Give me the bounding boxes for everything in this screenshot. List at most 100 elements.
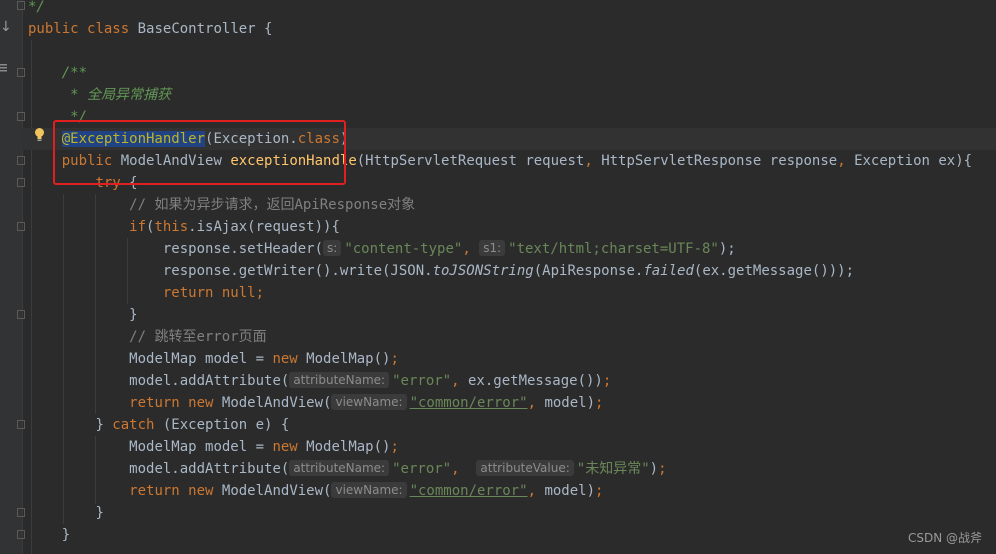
code-editor[interactable]: ↓ */ public class BaseController { /** *… — [0, 0, 996, 554]
string-literal: "content-type" — [344, 241, 463, 257]
code-line[interactable]: ModelMap model = new ModelMap(); — [28, 348, 399, 370]
highlight-box — [53, 120, 346, 185]
code-text: ModelMap model = — [129, 439, 273, 455]
code-text: .isAjax(request)){ — [188, 219, 340, 235]
fold-marker-icon[interactable] — [17, 530, 25, 539]
code-text: (HttpServletRequest request — [356, 153, 585, 169]
code-line[interactable]: model.addAttribute(attributeName: "error"… — [28, 370, 611, 392]
comma: , — [462, 241, 471, 257]
code-text: (Exception e) { — [154, 417, 290, 433]
code-text: ) — [649, 461, 659, 477]
keyword: return — [129, 483, 180, 499]
comma: , — [451, 461, 460, 477]
code-line[interactable]: public class BaseController { — [28, 18, 272, 40]
string-literal: "error" — [392, 461, 452, 477]
keyword: class — [87, 21, 130, 37]
code-text: response.getWriter().write(JSON. — [162, 263, 433, 279]
code-text: Exception ex){ — [845, 153, 973, 169]
code-text: ModelAndView( — [213, 483, 332, 499]
code-line[interactable]: } — [28, 502, 104, 524]
code-text: } — [61, 527, 71, 543]
fold-marker-icon[interactable] — [17, 420, 25, 429]
parameter-hint: attributeName: — [289, 372, 390, 388]
string-literal: "common/error" — [409, 483, 528, 499]
javadoc: /** — [61, 65, 88, 81]
code-line[interactable]: model.addAttribute(attributeName: "error"… — [28, 458, 667, 480]
keyword: new — [272, 351, 298, 367]
fold-marker-icon[interactable] — [17, 508, 25, 517]
comma: , — [527, 395, 537, 411]
comma: , — [451, 373, 460, 389]
code-line[interactable]: } — [28, 524, 70, 546]
code-text: (ApiResponse. — [533, 263, 644, 279]
code-line[interactable]: * 全局异常捕获 — [28, 84, 171, 106]
parameter-hint: s: — [323, 240, 342, 256]
code-text: } — [95, 417, 113, 433]
semicolon: ; — [595, 483, 604, 499]
code-text: ModelAndView( — [213, 395, 332, 411]
javadoc: * 全局异常捕获 — [61, 87, 172, 103]
code-text: HttpServletResponse response — [592, 153, 838, 169]
code-text: (ex.getMessage())); — [693, 263, 855, 279]
keyword: if — [129, 219, 147, 235]
fold-marker-icon[interactable] — [17, 112, 25, 121]
static-method: toJSONString — [432, 263, 534, 279]
keyword: catch — [112, 417, 155, 433]
comma: , — [584, 153, 593, 169]
keyword: new — [188, 395, 214, 411]
keyword: null — [221, 285, 256, 301]
code-line[interactable]: response.getWriter().write(JSON.toJSONSt… — [28, 260, 854, 282]
code-line[interactable]: return null; — [28, 282, 264, 304]
code-line[interactable]: // 跳转至error页面 — [28, 326, 266, 348]
semicolon: ; — [658, 461, 667, 477]
parameter-hint: attributeValue: — [476, 460, 574, 476]
semicolon: ; — [602, 373, 612, 389]
semicolon: ; — [390, 439, 399, 455]
fold-marker-icon[interactable] — [17, 310, 25, 319]
line-comment: // 如果为异步请求，返回ApiResponse对象 — [129, 197, 416, 213]
keyword: this — [154, 219, 189, 235]
keyword: return — [162, 285, 214, 301]
string-literal: "error" — [392, 373, 452, 389]
fold-marker-icon[interactable] — [17, 178, 25, 187]
code-text: } — [95, 505, 104, 521]
parameter-hint: viewName: — [331, 394, 407, 410]
override-arrow-icon[interactable]: ↓ — [0, 19, 12, 35]
comma: , — [527, 483, 537, 499]
fold-marker-icon[interactable] — [17, 1, 25, 10]
code-line[interactable]: ModelMap model = new ModelMap(); — [28, 436, 399, 458]
code-text: ); — [718, 241, 736, 257]
parameter-hint: viewName: — [331, 482, 407, 498]
static-method: failed — [643, 263, 694, 279]
code-line[interactable]: } — [28, 304, 138, 326]
semicolon: ; — [255, 285, 265, 301]
fold-marker-icon[interactable] — [17, 156, 25, 165]
code-line[interactable]: response.setHeader(s: "content-type", s1:… — [28, 238, 736, 260]
code-text: } — [129, 307, 138, 323]
fold-marker-icon[interactable] — [17, 222, 25, 231]
code-line[interactable]: */ — [28, 0, 45, 18]
editor-gutter[interactable] — [0, 0, 23, 554]
fold-marker-icon[interactable] — [17, 68, 25, 77]
semicolon: ; — [390, 351, 399, 367]
code-line[interactable]: /** — [28, 62, 87, 84]
code-text: response.setHeader( — [162, 241, 324, 257]
keyword: return — [129, 395, 180, 411]
code-line[interactable]: // 如果为异步请求，返回ApiResponse对象 — [28, 194, 415, 216]
keyword: public — [28, 21, 79, 37]
code-line[interactable]: } catch (Exception e) { — [28, 414, 289, 436]
code-text: ex.getMessage()) — [459, 373, 603, 389]
code-line[interactable]: if(this.isAjax(request)){ — [28, 216, 340, 238]
code-text: ModelMap() — [297, 351, 391, 367]
code-text: model) — [536, 395, 596, 411]
code-text: model.addAttribute( — [129, 373, 290, 389]
watermark: CSDN @战斧 — [907, 531, 982, 545]
string-literal: "text/html;charset=UTF-8" — [508, 241, 719, 257]
code-text: ModelMap model = — [129, 351, 273, 367]
code-line[interactable]: return new ModelAndView(viewName: "common… — [28, 480, 603, 502]
comment-close: */ — [28, 0, 45, 15]
code-text: model.addAttribute( — [129, 461, 290, 477]
semicolon: ; — [595, 395, 604, 411]
string-literal: "未知异常" — [576, 461, 650, 477]
code-line[interactable]: return new ModelAndView(viewName: "common… — [28, 392, 603, 414]
